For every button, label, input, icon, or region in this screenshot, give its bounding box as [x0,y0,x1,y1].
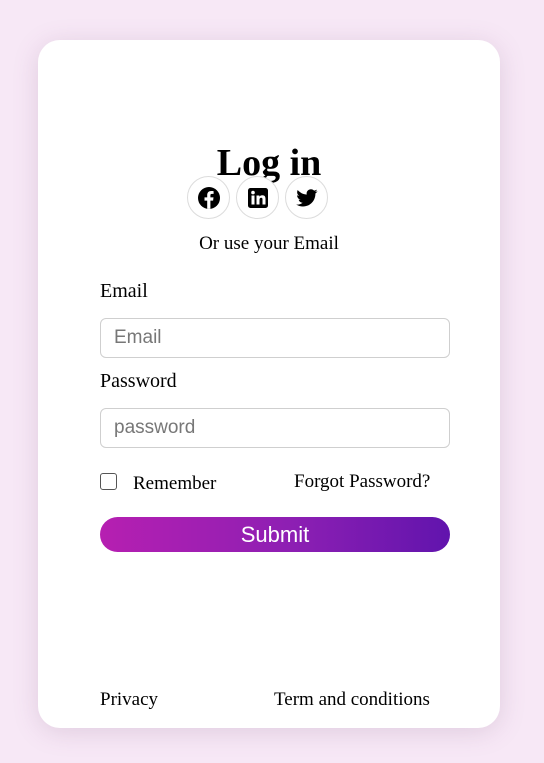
email-input[interactable] [100,318,450,358]
submit-button[interactable]: Submit [100,517,450,552]
remember-label[interactable]: Remember [133,473,216,495]
twitter-icon [295,188,318,206]
password-input[interactable] [100,408,450,448]
linkedin-button[interactable] [236,176,279,219]
linkedin-icon [247,187,268,208]
or-use-email-text: Or use your Email [199,233,339,254]
privacy-link[interactable]: Privacy [100,689,158,711]
facebook-icon [197,186,220,209]
social-login-group [187,176,328,219]
login-card: Log in Or use your Email Email Password [38,40,500,728]
password-label: Password [100,370,177,392]
forgot-password-link[interactable]: Forgot Password? [294,471,430,493]
email-label: Email [100,280,148,302]
terms-link[interactable]: Term and conditions [274,689,430,711]
remember-checkbox[interactable] [100,473,117,490]
facebook-button[interactable] [187,176,230,219]
twitter-button[interactable] [285,176,328,219]
